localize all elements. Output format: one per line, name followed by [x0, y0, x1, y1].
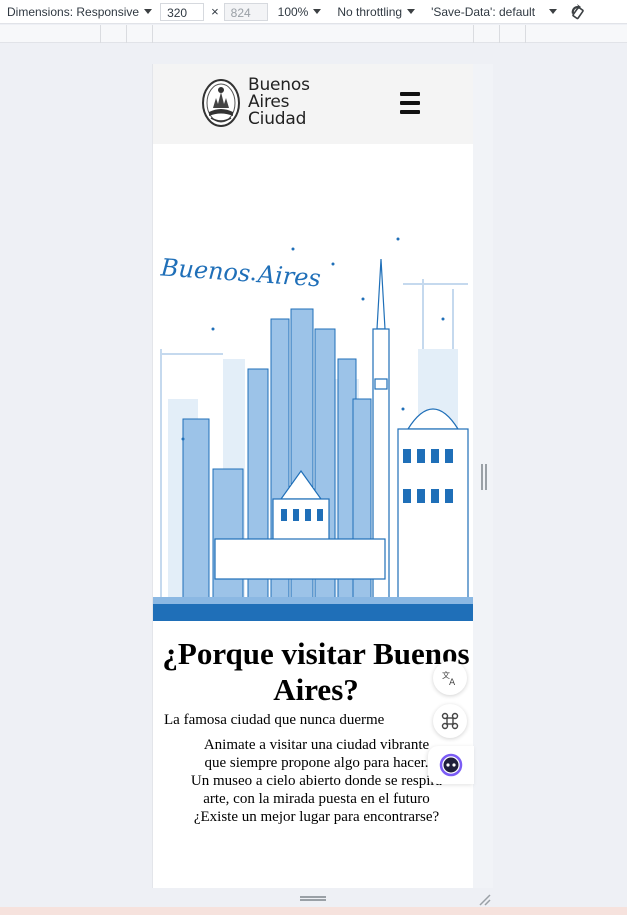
intro-paragraph: Animate a visitar una ciudad vibrante qu…: [153, 736, 473, 826]
assistant-launcher[interactable]: [428, 746, 474, 784]
save-data-label: 'Save-Data': default: [431, 4, 536, 19]
main-content: ¿Porque visitar Buenos Aires? La famosa …: [153, 636, 473, 826]
skyline-illustration: Buenos Aires: [153, 209, 473, 621]
logo-line-3: Ciudad: [248, 109, 307, 129]
bottom-strip: [0, 907, 627, 915]
dimensions-label: Dimensions: Responsive: [7, 4, 140, 19]
assistant-icon: [439, 753, 463, 777]
site-header: Buenos Aires Ciudad: [153, 64, 473, 144]
chevron-down-icon: [144, 9, 153, 14]
throttling-label: No throttling: [337, 4, 403, 19]
chevron-down-icon: [549, 9, 558, 14]
para-line: ¿Existe un mejor lugar para encontrarse?: [193, 809, 440, 825]
logo-text: Buenos Aires Ciudad: [248, 77, 310, 128]
chevron-down-icon: [313, 9, 322, 14]
shortcuts-button[interactable]: [433, 704, 467, 738]
para-line: Un museo a cielo abierto donde se respir…: [190, 773, 443, 807]
translate-button[interactable]: 文 A: [433, 661, 467, 695]
width-input[interactable]: 320: [160, 2, 205, 21]
hero-skyline-image: Buenos Aires: [153, 209, 473, 621]
menu-icon[interactable]: [400, 92, 420, 114]
viewport-resize-handle-right[interactable]: [481, 464, 487, 490]
height-input[interactable]: 824: [223, 2, 268, 21]
resize-corner-icon[interactable]: [477, 892, 491, 906]
dimensions-dropdown[interactable]: Dimensions: Responsive: [7, 4, 153, 19]
viewport-resize-handle-bottom[interactable]: [300, 896, 326, 901]
device-viewport: Buenos Aires Ciudad Buenos Aires ¿Porque…: [152, 64, 473, 888]
throttling-dropdown[interactable]: No throttling: [337, 4, 416, 19]
command-icon: [441, 712, 459, 730]
devtools-device-toolbar: Dimensions: Responsive 320 × 824 100% No…: [0, 0, 627, 24]
chevron-down-icon: [407, 9, 416, 14]
para-line: que siempre propone algo para hacer.: [204, 755, 429, 771]
page-subtitle: La famosa ciudad que nunca duerme: [164, 712, 385, 728]
para-line: Animate a visitar una ciudad vibrante: [203, 737, 430, 753]
media-query-ruler: [0, 25, 627, 43]
city-logo[interactable]: Buenos Aires Ciudad: [201, 77, 310, 128]
times-label: ×: [211, 4, 219, 19]
translate-icon: 文 A: [442, 670, 456, 687]
city-seal-icon: [202, 78, 240, 127]
save-data-dropdown[interactable]: 'Save-Data': default: [431, 4, 558, 19]
page-title: ¿Porque visitar Buenos Aires?: [162, 636, 470, 707]
svg-text:A: A: [449, 678, 456, 687]
zoom-label: 100%: [277, 4, 309, 19]
zoom-dropdown[interactable]: 100%: [278, 5, 322, 19]
rotate-icon[interactable]: [567, 2, 587, 22]
